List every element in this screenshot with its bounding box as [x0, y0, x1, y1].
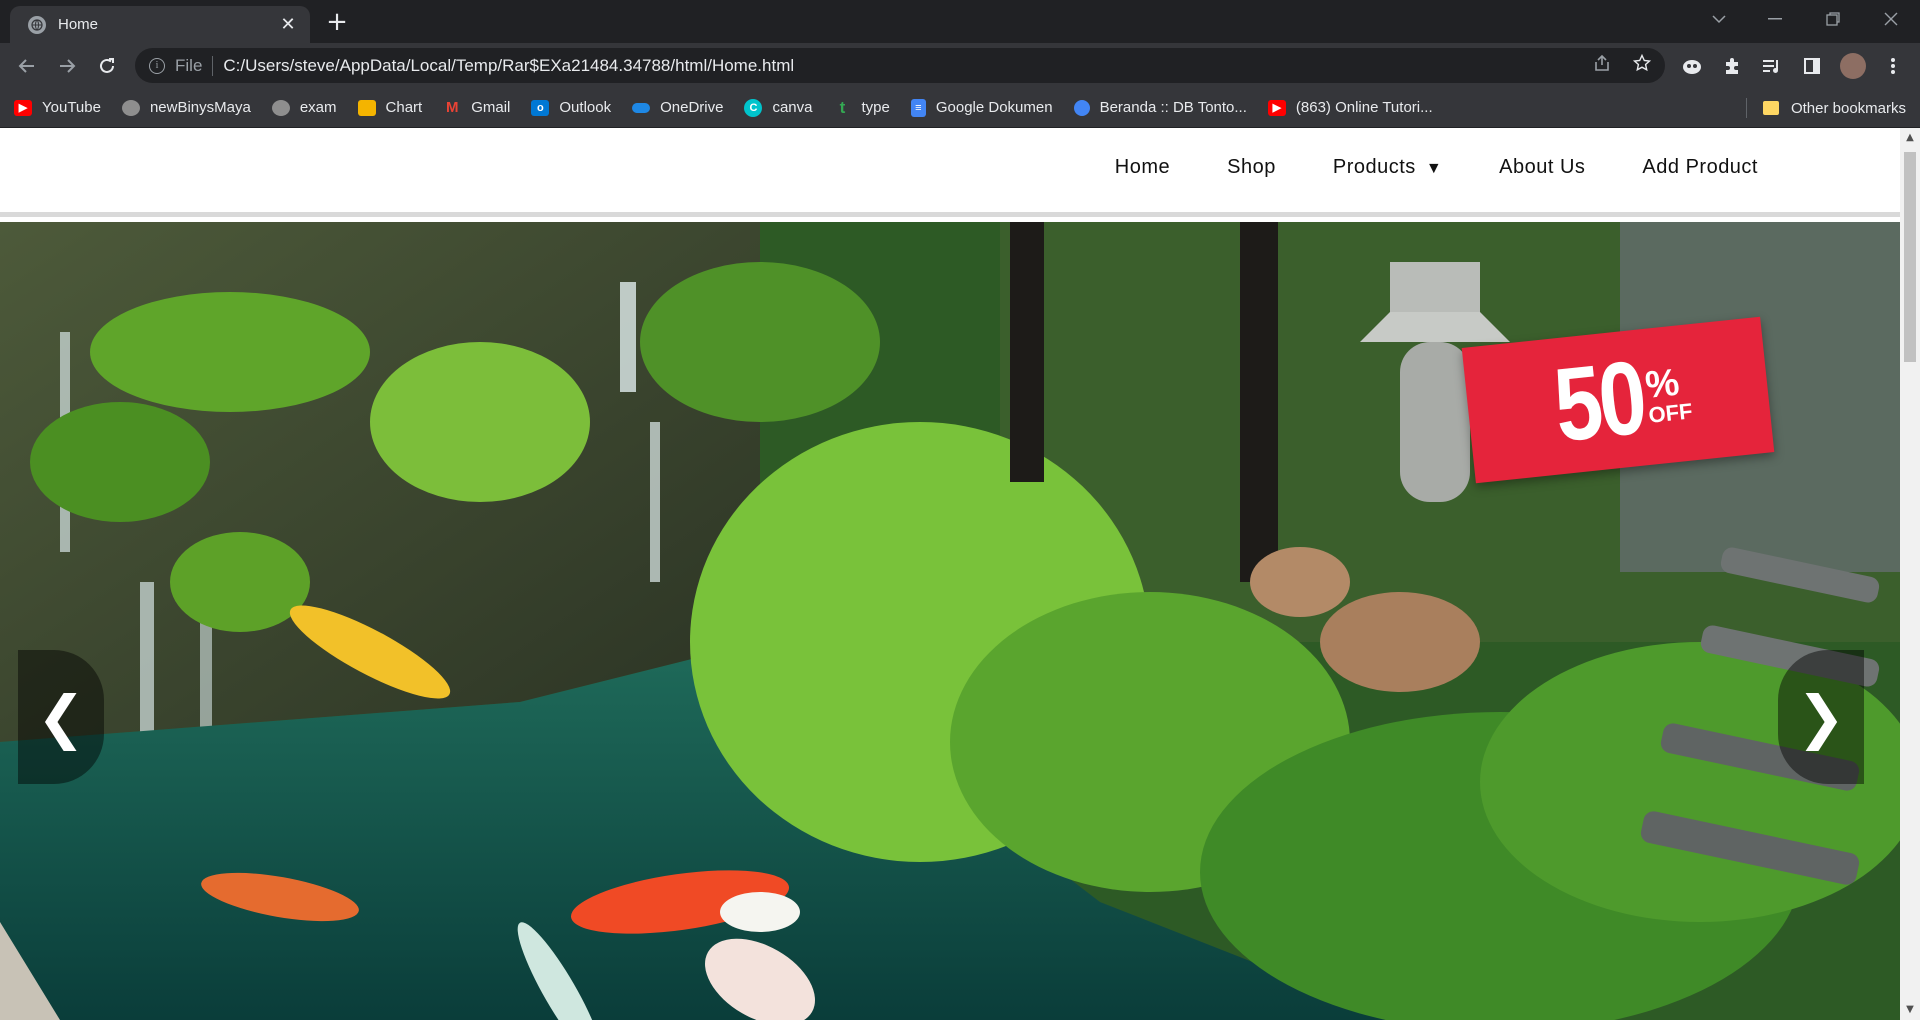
scroll-down-icon[interactable]: ▼	[1900, 1002, 1920, 1018]
bookmark-label: YouTube	[42, 99, 101, 116]
slider-next-button[interactable]: ❯	[1778, 650, 1864, 784]
minimize-icon[interactable]	[1752, 0, 1798, 38]
bookmark-label: Gmail	[471, 99, 511, 116]
bookmark-canva[interactable]: C canva	[744, 98, 813, 117]
bookmark-onedrive[interactable]: OneDrive	[632, 99, 723, 116]
page-scrollbar[interactable]: ▲ ▼	[1900, 128, 1920, 1020]
nav-about-us[interactable]: About Us	[1499, 156, 1585, 179]
bookmark-outlook[interactable]: o Outlook	[531, 99, 611, 116]
database-icon	[1073, 99, 1090, 116]
caret-down-icon: ▼	[1425, 160, 1443, 177]
bookmark-gmail[interactable]: M Gmail	[443, 99, 510, 116]
gmail-icon: M	[445, 99, 459, 116]
slider-prev-button[interactable]: ❮	[18, 650, 104, 784]
new-tab-button[interactable]: +	[322, 8, 352, 38]
chevron-left-icon: ❮	[36, 683, 86, 751]
tab-close-icon[interactable]: ✕	[278, 14, 298, 35]
tab-search-icon[interactable]	[1696, 0, 1742, 38]
discount-suffix: % OFF	[1643, 362, 1694, 428]
off-label: OFF	[1647, 398, 1694, 428]
side-panel-icon[interactable]	[1797, 51, 1827, 81]
menu-kebab-icon[interactable]	[1878, 51, 1908, 81]
bookmark-chart[interactable]: Chart	[357, 99, 423, 116]
address-divider	[212, 55, 214, 76]
share-icon[interactable]	[1593, 54, 1611, 77]
maya-icon	[271, 99, 290, 116]
tab-strip: Home ✕ +	[0, 0, 1920, 43]
info-icon[interactable]: i	[149, 57, 165, 74]
bookmark-exam[interactable]: exam	[271, 99, 337, 116]
hero-slider: 50 % OFF ❮ ❯	[0, 222, 1900, 1020]
back-icon[interactable]	[10, 49, 44, 83]
nav-products[interactable]: Products ▼	[1333, 156, 1442, 179]
page-viewport: Home Shop Products ▼ About Us Add Product	[0, 128, 1900, 1020]
scrollbar-thumb[interactable]	[1904, 152, 1916, 362]
url-text[interactable]: C:/Users/steve/AppData/Local/Temp/Rar$EX…	[223, 56, 1571, 76]
other-bookmarks[interactable]: Other bookmarks	[1762, 88, 1906, 128]
bookmark-label: type	[861, 99, 890, 116]
chevron-right-icon: ❯	[1796, 683, 1846, 751]
bookmark-label: Google Dokumen	[935, 99, 1053, 116]
bookmark-beranda[interactable]: Beranda :: DB Tonto...	[1073, 99, 1247, 116]
bookmarks-bar: ▶ YouTube newBinysMaya exam Chart M Gmai…	[0, 88, 1920, 128]
browser-tab[interactable]: Home ✕	[10, 6, 310, 43]
nav-menu: Home Shop Products ▼ About Us Add Product	[1058, 156, 1758, 179]
forward-icon[interactable]	[50, 49, 84, 83]
bookmark-label: OneDrive	[660, 99, 724, 116]
globe-icon	[28, 15, 46, 34]
url-scheme: File	[175, 55, 203, 75]
bookmark-label: newBinysMaya	[149, 99, 251, 116]
avatar	[1840, 53, 1866, 79]
bookmark-label: Beranda :: DB Tonto...	[1099, 99, 1247, 116]
address-bar[interactable]: i File C:/Users/steve/AppData/Local/Temp…	[135, 48, 1665, 83]
other-bookmarks-label: Other bookmarks	[1790, 99, 1906, 117]
nav-products-label: Products	[1332, 156, 1416, 178]
bookmark-label: exam	[299, 99, 337, 116]
youtube-icon: ▶	[1267, 99, 1286, 116]
puzzle-icon[interactable]	[1717, 51, 1747, 81]
media-control-icon[interactable]	[1757, 51, 1787, 81]
bookmark-newbinysmaya[interactable]: newBinysMaya	[121, 99, 251, 116]
profile-avatar[interactable]	[1838, 51, 1868, 81]
bookmark-youtube[interactable]: ▶ YouTube	[14, 99, 101, 116]
bookmark-label: (863) Online Tutori...	[1295, 99, 1433, 116]
restore-icon[interactable]	[1810, 0, 1856, 38]
bookmark-type[interactable]: t type	[833, 97, 890, 117]
nav-shop[interactable]: Shop	[1227, 156, 1276, 179]
docs-icon: ≡	[910, 98, 926, 117]
reload-icon[interactable]	[90, 49, 124, 83]
chart-icon	[357, 99, 376, 116]
bookmark-label: Outlook	[559, 99, 612, 116]
bookmark-label: canva	[772, 99, 813, 116]
canva-icon: C	[744, 98, 763, 117]
nav-add-product[interactable]: Add Product	[1642, 156, 1758, 179]
browser-toolbar: i File C:/Users/steve/AppData/Local/Temp…	[0, 43, 1920, 88]
maya-icon	[121, 99, 140, 116]
outlook-icon: o	[531, 99, 550, 116]
onedrive-icon	[632, 102, 651, 113]
bookmark-label: Chart	[385, 99, 423, 116]
scroll-up-icon[interactable]: ▲	[1900, 130, 1920, 146]
bookmark-online-tutorial[interactable]: ▶ (863) Online Tutori...	[1267, 99, 1433, 116]
folder-icon	[1762, 101, 1779, 115]
bookmarks-divider	[1746, 98, 1747, 118]
bookmark-google-dokumen[interactable]: ≡ Google Dokumen	[910, 98, 1053, 117]
nav-home[interactable]: Home	[1115, 156, 1170, 179]
site-navbar: Home Shop Products ▼ About Us Add Product	[0, 128, 1900, 217]
extension-icon[interactable]	[1677, 51, 1707, 81]
window-close-icon[interactable]	[1868, 0, 1914, 38]
type-icon: t	[839, 97, 846, 117]
discount-number: 50	[1549, 339, 1650, 465]
tab-title: Home	[58, 16, 99, 33]
bookmark-star-icon[interactable]	[1632, 53, 1652, 77]
youtube-icon: ▶	[14, 99, 32, 116]
